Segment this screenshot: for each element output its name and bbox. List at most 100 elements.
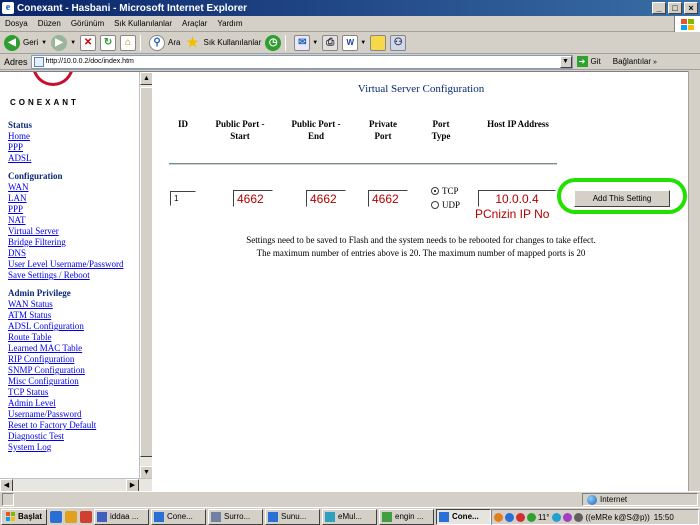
max-entries-note: The maximum number of entries above is 2… xyxy=(256,248,586,258)
window-icon xyxy=(97,511,108,522)
nav-link-ppp-status[interactable]: PPP xyxy=(8,142,144,153)
tray-icon[interactable] xyxy=(562,512,572,522)
nav-frame: CONEXANT Status Home PPP ADSL Configurat… xyxy=(0,72,152,492)
nav-link-username-password[interactable]: Username/Password xyxy=(8,409,144,420)
nav-link-save-reboot[interactable]: Save Settings / Reboot xyxy=(8,270,144,281)
nav-link-atm-status[interactable]: ATM Status xyxy=(8,310,144,321)
nav-link-adsl-status[interactable]: ADSL xyxy=(8,153,144,164)
ip-annotation: PCnizin IP No xyxy=(475,207,550,221)
address-label: Adres xyxy=(4,56,28,67)
nav-link-diagnostic-test[interactable]: Diagnostic Test xyxy=(8,431,144,442)
menu-bar: Dosya Düzen Görünüm Sık Kullanılanlar Ar… xyxy=(0,16,700,32)
window-icon xyxy=(211,511,222,522)
search-button[interactable]: ⚲ Ara xyxy=(149,33,180,53)
menu-file[interactable]: Dosya xyxy=(0,19,33,28)
nav-link-nat[interactable]: NAT xyxy=(8,215,144,226)
scroll-thumb[interactable] xyxy=(140,87,152,457)
nav-link-virtual-server[interactable]: Virtual Server xyxy=(8,226,144,237)
favorites-button[interactable]: ★ Sık Kullanılanlar xyxy=(184,33,261,53)
private-port-input[interactable]: 4662 xyxy=(368,190,408,207)
discuss-button[interactable] xyxy=(370,33,387,53)
print-button[interactable]: ⎙ xyxy=(322,33,339,53)
address-input[interactable]: http://10.0.0.2/doc/index.htm ▼ xyxy=(30,54,573,69)
nav-link-reset-factory[interactable]: Reset to Factory Default xyxy=(8,420,144,431)
header-id: ID xyxy=(177,119,188,129)
taskbar-button-sunucu[interactable]: Sunu... xyxy=(265,508,321,525)
nav-link-snmp-configuration[interactable]: SNMP Configuration xyxy=(8,365,144,376)
quicklaunch-desktop-icon[interactable] xyxy=(65,510,78,523)
mail-button[interactable]: ✉ ▼ xyxy=(294,33,318,53)
tray-icon[interactable] xyxy=(551,512,561,522)
public-port-start-input[interactable]: 4662 xyxy=(233,190,273,207)
tcp-radio[interactable]: TCP xyxy=(431,186,459,196)
minimize-button[interactable]: _ xyxy=(652,2,666,14)
id-input[interactable]: 1 xyxy=(170,191,196,206)
close-button[interactable]: × xyxy=(684,2,698,14)
stop-button[interactable]: ✕ xyxy=(80,33,97,53)
taskbar-button-conexant-active[interactable]: Cone... xyxy=(436,508,492,525)
nav-link-wan-status[interactable]: WAN Status xyxy=(8,299,144,310)
nav-link-learned-mac-table[interactable]: Learned MAC Table xyxy=(8,343,144,354)
nav-link-admin-level[interactable]: Admin Level xyxy=(8,398,144,409)
zone-label: Internet xyxy=(600,495,628,504)
nav-link-bridge-filtering[interactable]: Bridge Filtering xyxy=(8,237,144,248)
tray-icon[interactable] xyxy=(505,512,514,522)
nav-frame-hscrollbar[interactable]: ◀ ▶ xyxy=(0,478,152,492)
go-button[interactable]: ➜ Git xyxy=(576,56,601,67)
tcp-label: TCP xyxy=(442,186,459,196)
public-port-end-input[interactable]: 4662 xyxy=(306,190,346,207)
nav-link-ppp[interactable]: PPP xyxy=(8,204,144,215)
nav-frame-scrollbar[interactable]: ▲ ▼ xyxy=(139,72,152,492)
messenger-button[interactable]: ⚇ xyxy=(390,33,407,53)
udp-radio[interactable]: UDP xyxy=(431,200,460,210)
emule-icon xyxy=(325,511,336,522)
start-button[interactable]: Başlat xyxy=(1,508,48,525)
menu-edit[interactable]: Düzen xyxy=(33,19,66,28)
nav-link-dns[interactable]: DNS xyxy=(8,248,144,259)
menu-view[interactable]: Görünüm xyxy=(66,19,109,28)
nav-link-misc-configuration[interactable]: Misc Configuration xyxy=(8,376,144,387)
nav-link-lan[interactable]: LAN xyxy=(8,193,144,204)
nav-link-route-table[interactable]: Route Table xyxy=(8,332,144,343)
tray-icon[interactable] xyxy=(527,512,536,522)
links-button[interactable]: Bağlantılar» xyxy=(613,57,657,66)
back-button[interactable]: ◀ Geri ▼ xyxy=(4,33,47,53)
taskbar-button-iddaa[interactable]: iddaa ... xyxy=(94,508,150,525)
forward-button[interactable]: ▶ ▼ xyxy=(51,33,76,53)
nav-link-wan[interactable]: WAN xyxy=(8,182,144,193)
nav-link-adsl-configuration[interactable]: ADSL Configuration xyxy=(8,321,144,332)
nav-link-home[interactable]: Home xyxy=(8,131,144,142)
maximize-button[interactable]: □ xyxy=(668,2,682,14)
tray-icon[interactable] xyxy=(516,512,525,522)
taskbar-button-engin[interactable]: engin ... xyxy=(379,508,435,525)
nav-link-rip-configuration[interactable]: RIP Configuration xyxy=(8,354,144,365)
menu-favorites[interactable]: Sık Kullanılanlar xyxy=(109,19,177,28)
quicklaunch-ie-icon[interactable] xyxy=(50,510,63,523)
taskbar-button-surround[interactable]: Surro... xyxy=(208,508,264,525)
toolbar-separator xyxy=(140,34,142,51)
search-icon: ⚲ xyxy=(149,34,166,51)
quicklaunch-media-icon[interactable] xyxy=(80,510,93,523)
nav-link-system-log[interactable]: System Log xyxy=(8,442,144,453)
menu-help[interactable]: Yardım xyxy=(212,19,247,28)
taskbar-button-emule[interactable]: eMul... xyxy=(322,508,378,525)
tray-temperature: 11° xyxy=(538,512,550,522)
nav-link-tcp-status[interactable]: TCP Status xyxy=(8,387,144,398)
tray-icon[interactable] xyxy=(494,512,503,522)
address-dropdown-icon[interactable]: ▼ xyxy=(559,55,572,68)
main-frame-scrollbar[interactable] xyxy=(688,71,700,491)
add-setting-button[interactable]: Add This Setting xyxy=(574,190,670,207)
nav-link-user-level-password[interactable]: User Level Username/Password xyxy=(8,259,144,270)
taskbar-button-conexant-1[interactable]: Cone... xyxy=(151,508,207,525)
host-ip-input[interactable]: 10.0.0.4 xyxy=(478,190,556,207)
home-button[interactable]: ⌂ xyxy=(120,33,137,53)
header-public-port-end: Public Port - End xyxy=(291,119,341,141)
volume-icon[interactable] xyxy=(573,512,583,522)
history-button[interactable]: ◷ xyxy=(265,33,282,53)
refresh-button[interactable]: ↻ xyxy=(100,33,117,53)
edit-button[interactable]: W ▼ xyxy=(342,33,366,53)
scroll-up-icon[interactable]: ▲ xyxy=(140,72,152,85)
header-public-port-start: Public Port - Start xyxy=(215,119,265,141)
menu-tools[interactable]: Araçlar xyxy=(177,19,212,28)
window-title-bar[interactable]: e Conexant - Hasbani - Microsoft Interne… xyxy=(0,0,700,16)
